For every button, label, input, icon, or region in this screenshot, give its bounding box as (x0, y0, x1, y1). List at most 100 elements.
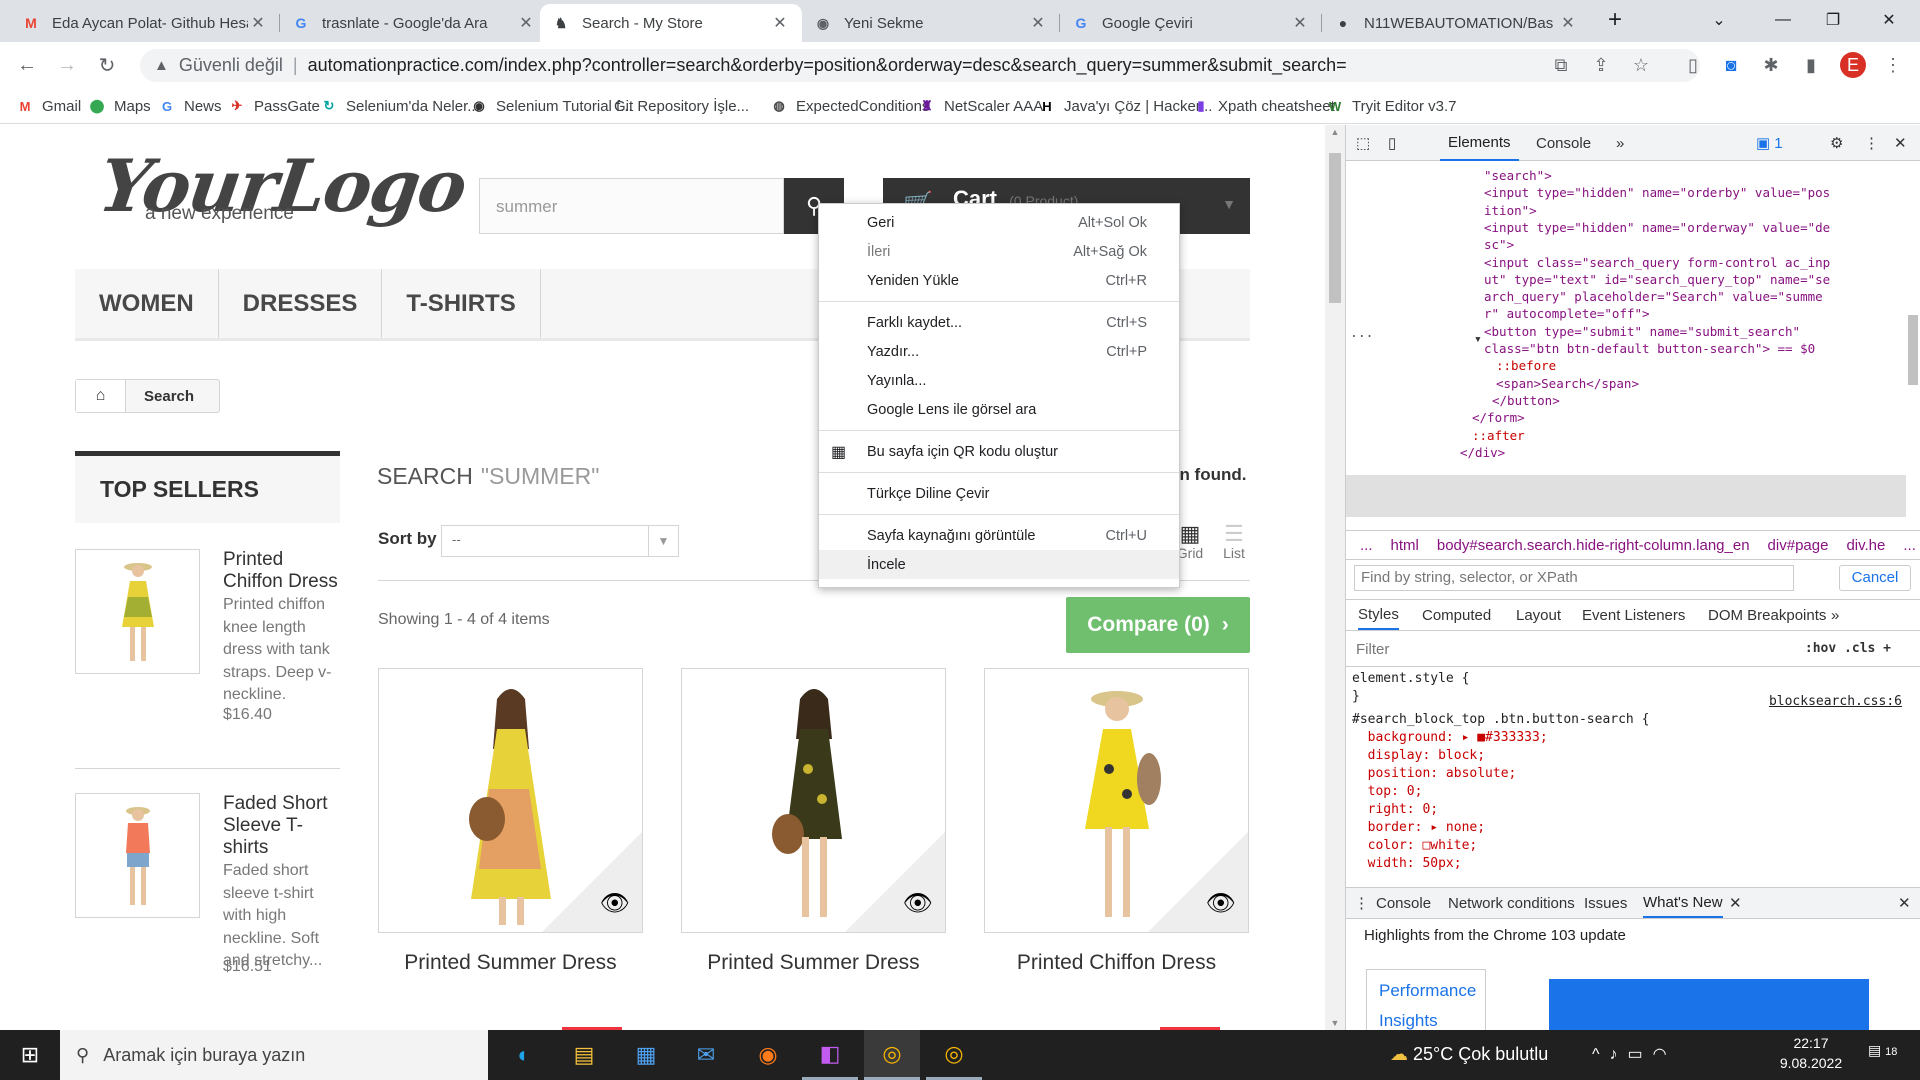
wifi-icon[interactable]: ◠ (1653, 1046, 1677, 1063)
minimize-icon[interactable]: — (1760, 0, 1806, 40)
style-line[interactable]: top: 0; (1352, 783, 1902, 801)
subtab-event-listeners[interactable]: Event Listeners (1582, 600, 1685, 630)
gear-icon[interactable]: ⚙ (1830, 125, 1843, 161)
context-menu-item[interactable]: Türkçe Diline Çevir (819, 479, 1179, 508)
chrome-icon[interactable]: ◎ (926, 1030, 982, 1080)
style-line[interactable]: #search_block_top .btn.button-search { (1352, 711, 1902, 729)
styles-filter-input[interactable]: Filter (1356, 641, 1389, 658)
tab-console[interactable]: Console (1536, 125, 1591, 161)
style-line[interactable]: position: absolute; (1352, 765, 1902, 783)
tab-new-tab[interactable]: ◉ Yeni Sekme ✕ (802, 4, 1060, 42)
breadcrumb-node[interactable]: div#page (1768, 537, 1829, 554)
bookmark-item[interactable]: ◍ ExpectedConditions (770, 94, 929, 118)
menu-icon[interactable]: ⋮ (1880, 52, 1906, 78)
dom-line[interactable]: <input type="hidden" name="orderway" val… (1484, 219, 1920, 236)
drawer-tab-issues[interactable]: Issues (1584, 888, 1627, 918)
dom-line[interactable]: ut" type="text" id="search_query_top" na… (1484, 271, 1920, 288)
taskbar-search[interactable]: ⚲ Aramak için buraya yazın (60, 1030, 488, 1080)
tab-search-icon[interactable]: ⌄ (1696, 0, 1742, 40)
style-line[interactable]: right: 0; (1352, 801, 1902, 819)
close-icon[interactable]: ✕ (1898, 888, 1911, 918)
drawer-tab-network-conditions[interactable]: Network conditions (1448, 888, 1575, 918)
dom-line[interactable]: r" autocomplete="off"> (1484, 305, 1920, 322)
ellipsis-icon[interactable]: ... (1350, 323, 1910, 344)
weather-widget[interactable]: ☁ 25°C Çok bulutlu (1390, 1044, 1548, 1065)
close-icon[interactable]: ✕ (1558, 13, 1578, 33)
device-toolbar-icon[interactable]: ▯ (1388, 125, 1396, 161)
breadcrumb-node[interactable]: html (1391, 537, 1419, 554)
style-line[interactable]: width: 50px; (1352, 855, 1902, 873)
intellij-icon[interactable]: ◧ (802, 1030, 858, 1080)
dom-line[interactable]: ition"> (1484, 202, 1920, 219)
profile-avatar[interactable]: E (1840, 52, 1866, 78)
dom-line[interactable]: <input class="search_query form-control … (1484, 254, 1920, 271)
seller-name[interactable]: Printed Chiffon Dress (223, 549, 343, 593)
product-image[interactable]: 👁 (681, 668, 946, 933)
dom-scroll-thumb[interactable] (1908, 315, 1918, 385)
product-image[interactable]: 👁 (378, 668, 643, 933)
bookmark-item[interactable]: M Gmail (16, 94, 82, 118)
breadcrumb-node[interactable]: ... (1360, 537, 1373, 554)
style-line[interactable]: display: block; (1352, 747, 1902, 765)
menu-item-dresses[interactable]: DRESSES (219, 269, 383, 338)
tab-google-search[interactable]: G trasnlate - Google'da Ara ✕ (280, 4, 548, 42)
subtab-styles[interactable]: Styles (1358, 600, 1399, 630)
context-menu-item[interactable]: Yeniden Yükle Ctrl+R (819, 266, 1179, 295)
context-menu-item[interactable]: Google Lens ile görsel ara (819, 395, 1179, 424)
file-explorer-icon[interactable]: ▤ (556, 1030, 612, 1080)
quick-view-eye-icon[interactable]: 👁 (600, 889, 630, 918)
context-menu-item[interactable]: Farklı kaydet... Ctrl+S (819, 308, 1179, 337)
close-icon[interactable]: ✕ (770, 13, 790, 33)
close-icon[interactable]: ✕ (516, 13, 536, 33)
edge-icon[interactable]: ◐ (496, 1030, 552, 1080)
bookmark-item[interactable]: G News (158, 94, 222, 118)
context-menu-item[interactable]: İncele (819, 550, 1179, 579)
subtab-layout[interactable]: Layout (1516, 600, 1561, 630)
bookmark-item[interactable]: ◉ Selenium Tutorial f... (470, 94, 632, 118)
close-icon[interactable]: ✕ (1290, 13, 1310, 33)
dom-line[interactable]: </form> (1472, 409, 1920, 426)
style-line[interactable]: background: ▸ ■#333333; (1352, 729, 1902, 747)
warning-icon[interactable]: ▲ (154, 57, 169, 74)
list-view-button[interactable]: ☰ List (1218, 523, 1250, 562)
chevron-up-icon[interactable]: ^ (1592, 1046, 1610, 1063)
style-line[interactable]: element.style { (1352, 670, 1902, 688)
side-panel-icon[interactable]: ▮ (1798, 52, 1824, 78)
dom-line[interactable]: "search"> (1484, 167, 1920, 184)
product-name[interactable]: Printed Chiffon Dress (984, 951, 1249, 975)
address-bar[interactable]: ▲ Güvenli değil | automationpractice.com… (140, 49, 1700, 82)
drawer-tab-what-s-new[interactable]: What's New (1643, 888, 1723, 918)
quick-view-eye-icon[interactable]: 👁 (903, 889, 933, 918)
kebab-menu-icon[interactable]: ⋮ (1354, 888, 1369, 918)
bookmark-item[interactable]: Git Repository İşle... (614, 94, 749, 118)
style-line[interactable]: border: ▸ none; (1352, 819, 1902, 837)
product-image[interactable]: 👁 (984, 668, 1249, 933)
seller-name[interactable]: Faded Short Sleeve T-shirts (223, 793, 343, 859)
scroll-up-icon[interactable]: ▲ (1325, 127, 1345, 137)
bookmark-item[interactable]: ↻ Selenium'da Neler... (320, 94, 480, 118)
sort-select[interactable]: -- ▼ (441, 525, 679, 557)
find-input[interactable]: Find by string, selector, or XPath (1354, 565, 1794, 591)
dom-line[interactable]: </div> (1460, 444, 1920, 461)
quick-view-eye-icon[interactable]: 👁 (1206, 889, 1236, 918)
style-line[interactable]: color: □white; (1352, 837, 1902, 855)
seller-image[interactable] (75, 793, 200, 918)
share-icon[interactable]: ⇪ (1588, 52, 1614, 78)
search-input[interactable]: summer (479, 178, 784, 234)
bookmark-item[interactable]: ✈ PassGate (228, 94, 320, 118)
menu-item-tshirts[interactable]: T-SHIRTS (382, 269, 541, 338)
more-tabs-icon[interactable]: » (1831, 600, 1839, 630)
breadcrumb-node[interactable]: ... (1903, 537, 1916, 554)
close-icon[interactable]: ✕ (248, 13, 268, 33)
close-icon[interactable]: ✕ (1028, 13, 1048, 33)
translate-icon[interactable]: ⧉ (1548, 52, 1574, 78)
breadcrumb-node[interactable]: body#search.search.hide-right-column.lan… (1437, 537, 1750, 554)
stylesheet-link[interactable]: blocksearch.css:6 (1769, 693, 1902, 711)
dom-line[interactable]: <input type="hidden" name="orderby" valu… (1484, 184, 1920, 201)
dom-line[interactable]: ::after (1472, 427, 1920, 444)
cancel-button[interactable]: Cancel (1839, 565, 1911, 591)
puzzle-icon[interactable]: ✱ (1758, 52, 1784, 78)
scroll-thumb[interactable] (1329, 153, 1341, 303)
context-menu-item[interactable]: Yayınla... (819, 366, 1179, 395)
dom-line[interactable]: ::before (1496, 357, 1920, 374)
